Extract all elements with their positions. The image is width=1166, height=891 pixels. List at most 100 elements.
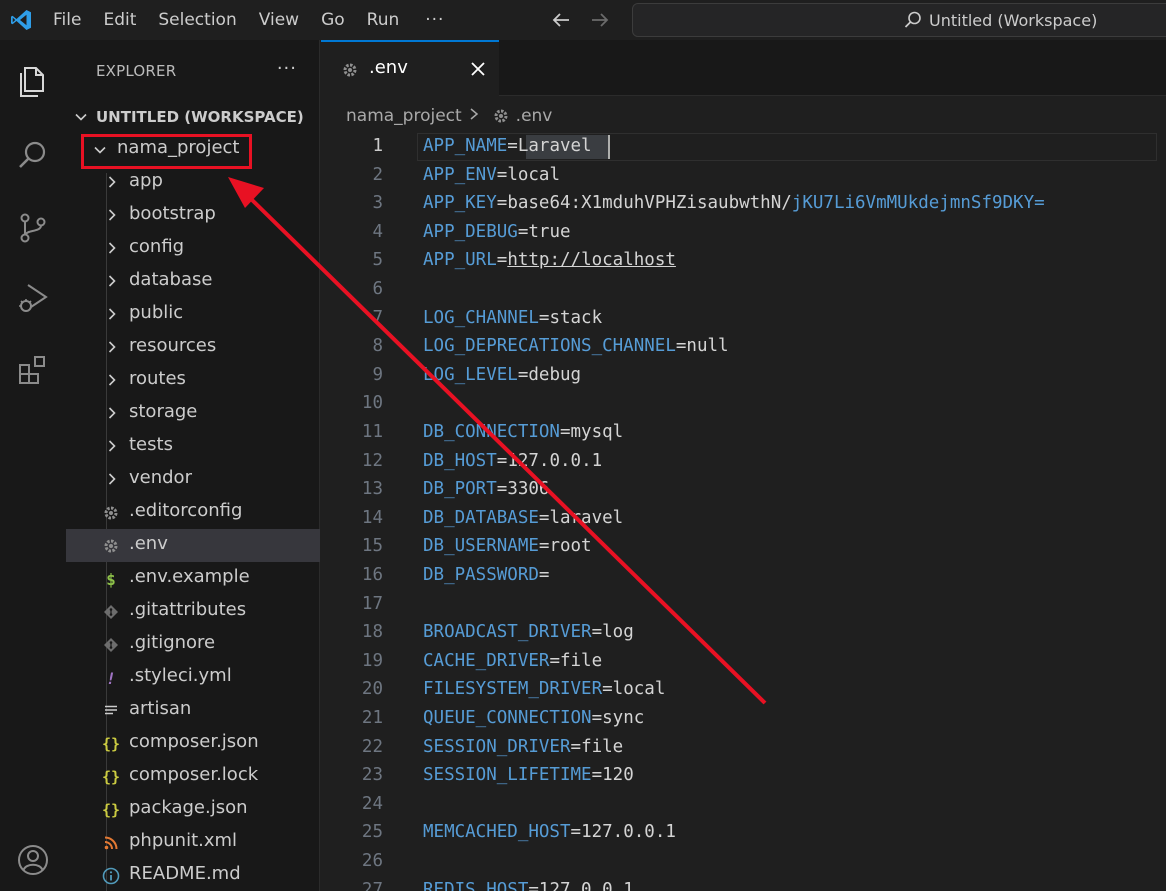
tree-item-label: composer.lock bbox=[129, 764, 259, 785]
menu-edit[interactable]: Edit bbox=[92, 0, 147, 40]
code-line: 26 bbox=[321, 847, 1166, 875]
tree-file-readme-md[interactable]: README.md bbox=[66, 859, 320, 891]
run-debug-icon[interactable] bbox=[0, 266, 66, 330]
search-box-text: Untitled (Workspace) bbox=[929, 10, 1098, 30]
code-line: 7 LOG_CHANNEL=stack bbox=[321, 304, 1166, 332]
tree-file-composer-lock[interactable]: {} composer.lock bbox=[66, 760, 320, 793]
search-icon[interactable] bbox=[0, 124, 66, 188]
code-line: 24 bbox=[321, 790, 1166, 818]
env-key: APP_DEBUG bbox=[423, 221, 518, 242]
menu-more-button[interactable]: ··· bbox=[414, 0, 455, 40]
env-value: file bbox=[581, 736, 624, 757]
equals-sign: = bbox=[496, 193, 508, 214]
tree-file-dot-gitattributes[interactable]: .gitattributes bbox=[66, 595, 320, 628]
tree-item-label: database bbox=[129, 269, 213, 290]
menu-file[interactable]: File bbox=[42, 0, 92, 40]
menu-run[interactable]: Run bbox=[356, 0, 411, 40]
extensions-icon[interactable] bbox=[0, 338, 66, 402]
tree-file-artisan[interactable]: artisan bbox=[66, 694, 320, 727]
tree-folder-vendor[interactable]: vendor bbox=[66, 463, 320, 496]
breadcrumb-folder[interactable]: nama_project bbox=[346, 106, 462, 126]
equals-sign: = bbox=[538, 307, 550, 328]
code-line: 13 DB_PORT=3306 bbox=[321, 475, 1166, 503]
workspace-section-header[interactable]: UNTITLED (WORKSPACE) bbox=[66, 100, 320, 133]
env-value: 127.0.0.1 bbox=[507, 450, 603, 471]
tree-folder-app[interactable]: app bbox=[66, 166, 320, 199]
equals-sign: = bbox=[675, 336, 687, 357]
tree-item-label: .gitignore bbox=[129, 632, 216, 653]
line-number: 18 bbox=[361, 622, 383, 643]
tree-folder-database[interactable]: database bbox=[66, 265, 320, 298]
chevron-right-icon bbox=[104, 240, 120, 261]
env-value: base64:X1mduhVPHZisaubwthN/ bbox=[507, 193, 792, 214]
tree-item-label: .gitattributes bbox=[129, 599, 247, 620]
code-line: 9 LOG_LEVEL=debug bbox=[321, 361, 1166, 389]
forward-arrow-icon[interactable] bbox=[588, 8, 612, 32]
back-arrow-icon[interactable] bbox=[549, 8, 573, 32]
code-line: 8 LOG_DEPRECATIONS_CHANNEL=null bbox=[321, 332, 1166, 360]
equals-sign: = bbox=[570, 736, 582, 757]
annotation-highlight-box bbox=[81, 134, 252, 169]
menu-selection[interactable]: Selection bbox=[147, 0, 247, 40]
tree-folder-routes[interactable]: routes bbox=[66, 364, 320, 397]
account-icon[interactable] bbox=[0, 828, 66, 891]
equals-sign: = bbox=[496, 164, 508, 185]
menu-go[interactable]: Go bbox=[310, 0, 356, 40]
tree-file-dot-gitignore[interactable]: .gitignore bbox=[66, 628, 320, 661]
tree-folder-config[interactable]: config bbox=[66, 232, 320, 265]
tree-file-dot-env[interactable]: .env bbox=[66, 529, 320, 562]
command-center-search[interactable]: Untitled (Workspace) bbox=[632, 3, 1166, 37]
line-number: 11 bbox=[361, 422, 383, 442]
chevron-right-icon bbox=[104, 306, 120, 327]
env-value: 127.0.0.1 bbox=[538, 879, 634, 891]
code-line: 20 FILESYSTEM_DRIVER=local bbox=[321, 675, 1166, 703]
env-key: CACHE_DRIVER bbox=[423, 650, 550, 671]
code-line: 23 SESSION_LIFETIME=120 bbox=[321, 761, 1166, 789]
tree-folder-storage[interactable]: storage bbox=[66, 397, 320, 430]
source-control-icon[interactable] bbox=[0, 196, 66, 260]
tree-file-dot-editorconfig[interactable]: .editorconfig bbox=[66, 496, 320, 529]
code-line: 22 SESSION_DRIVER=file bbox=[321, 733, 1166, 761]
sidebar-more-button[interactable]: ··· bbox=[277, 58, 297, 79]
code-line: 4 APP_DEBUG=true bbox=[321, 218, 1166, 246]
chevron-right-icon bbox=[104, 372, 120, 393]
tree-item-label: vendor bbox=[129, 467, 192, 488]
menu-view[interactable]: View bbox=[248, 0, 310, 40]
code-line: 17 bbox=[321, 590, 1166, 618]
equals-sign: = bbox=[559, 422, 571, 442]
tree-file-phpunit-xml[interactable]: phpunit.xml bbox=[66, 826, 320, 859]
tree-item-label: .env bbox=[129, 533, 168, 554]
line-number: 14 bbox=[361, 507, 383, 528]
tree-item-label: public bbox=[129, 302, 184, 323]
workspace-title: UNTITLED (WORKSPACE) bbox=[96, 107, 304, 126]
tree-item-label: storage bbox=[129, 401, 198, 422]
env-value[interactable]: http://localhost bbox=[507, 250, 676, 270]
tree-folder-bootstrap[interactable]: bootstrap bbox=[66, 199, 320, 232]
line-number: 24 bbox=[361, 793, 383, 814]
code-line: 25 MEMCACHED_HOST=127.0.0.1 bbox=[321, 818, 1166, 846]
code-text: BROADCAST_DRIVER=log bbox=[423, 618, 634, 646]
code-text: FILESYSTEM_DRIVER=local bbox=[423, 675, 665, 703]
breadcrumb-file[interactable]: .env bbox=[516, 106, 553, 126]
tree-file-dot-styleci-yml[interactable]: ! .styleci.yml bbox=[66, 661, 320, 694]
tree-item-label: README.md bbox=[129, 863, 241, 884]
tree-folder-resources[interactable]: resources bbox=[66, 331, 320, 364]
explorer-icon[interactable] bbox=[0, 50, 66, 114]
gear-icon bbox=[100, 535, 122, 557]
equals-sign: = bbox=[538, 507, 550, 528]
env-value: local bbox=[507, 164, 560, 185]
code-text: DB_PASSWORD= bbox=[423, 561, 549, 589]
tree-folder-public[interactable]: public bbox=[66, 298, 320, 331]
tree-file-composer-json[interactable]: {} composer.json bbox=[66, 727, 320, 760]
tree-folder-tests[interactable]: tests bbox=[66, 430, 320, 463]
close-icon[interactable] bbox=[469, 60, 487, 83]
tab-env[interactable]: .env bbox=[321, 40, 499, 97]
equals-sign: = bbox=[496, 479, 508, 500]
code-line: 21 QUEUE_CONNECTION=sync bbox=[321, 704, 1166, 732]
tree-file-dot-env-example[interactable]: $ .env.example bbox=[66, 562, 320, 595]
line-number: 17 bbox=[361, 593, 383, 614]
tree-file-package-json[interactable]: {} package.json bbox=[66, 793, 320, 826]
tree-item-label: app bbox=[129, 170, 163, 191]
line-number: 23 bbox=[361, 765, 383, 786]
activity-bar bbox=[0, 40, 66, 891]
